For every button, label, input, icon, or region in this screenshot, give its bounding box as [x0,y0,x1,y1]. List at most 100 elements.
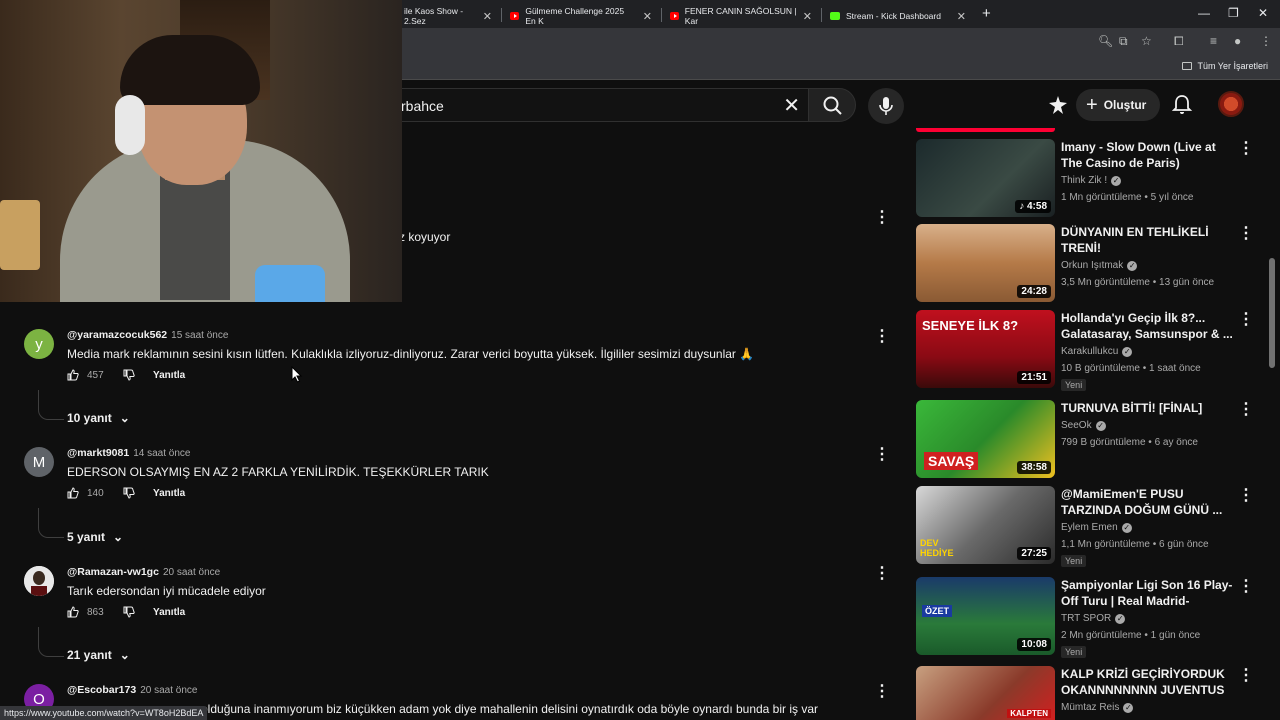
close-icon[interactable]: ✕ [483,10,492,23]
close-icon[interactable]: ✕ [803,10,812,23]
view-count: 2 Mn görüntüleme [1061,630,1142,641]
related-video[interactable]: ÖZET 10:08 Şampiyonlar Ligi Son 16 Play-… [916,577,1256,658]
close-window-icon[interactable]: ✕ [1258,6,1268,20]
like-icon[interactable] [67,369,79,381]
more-options-icon[interactable]: ⋮ [1238,312,1254,328]
related-video[interactable]: 24:28 DÜNYANIN EN TEHLİKELİ TRENİ! Orkun… [916,224,1256,302]
avatar[interactable]: M [24,447,54,477]
avatar-letter: O [33,690,45,708]
video-title[interactable]: @MamiEmen'E PUSU TARZINDA DOĞUM GÜNÜ ... [1061,486,1233,518]
video-title[interactable]: Şampiyonlar Ligi Son 16 Play-Off Turu | … [1061,577,1233,609]
comment-time[interactable]: 14 saat önce [133,448,190,459]
sparkle-icon[interactable] [1048,95,1068,115]
dislike-icon[interactable] [123,606,135,618]
video-title[interactable]: DÜNYANIN EN TEHLİKELİ TRENİ! [1061,224,1233,256]
show-replies-button[interactable]: 21 yanıt ⌄ [67,648,130,662]
verified-icon: ✓ [1121,522,1132,533]
notifications-bell-icon[interactable] [1170,93,1194,117]
account-avatar[interactable] [1218,91,1244,117]
youtube-favicon-icon [670,12,679,20]
profile-icon[interactable]: ● [1234,34,1241,48]
more-options-icon[interactable]: ⋮ [1238,141,1254,157]
comment-author[interactable]: @Escobar173 20 saat önce [67,684,197,696]
comment-author[interactable]: @markt9081 14 saat önce [67,447,190,459]
more-options-icon[interactable]: ⋮ [1238,226,1254,242]
zoom-icon[interactable]: 🔍︎ [1098,34,1113,48]
cast-icon[interactable]: ⧉ [1119,34,1128,49]
channel-name[interactable]: Mümtaz Reis ✓ [1061,702,1134,713]
clear-search-icon[interactable]: ✕ [783,93,800,118]
channel-name[interactable]: Karakullukcu ✓ [1061,346,1133,357]
browser-tab[interactable]: Gülmeme Challenge 2025 En K ✕ [502,4,660,28]
video-thumbnail[interactable]: SENEYE İLK 8? 21:51 [916,310,1055,388]
like-icon[interactable] [67,606,79,618]
more-options-icon[interactable]: ⋮ [1238,668,1254,684]
dislike-icon[interactable] [123,487,135,499]
more-options-icon[interactable]: ⋮ [874,684,890,700]
search-input[interactable]: rbahce ✕ [380,88,810,122]
avatar[interactable]: y [24,329,54,359]
reply-button[interactable]: Yanıtla [153,607,185,618]
create-button[interactable]: + Oluştur [1076,89,1161,121]
extensions-icon[interactable]: ⧠ [1174,34,1184,49]
more-options-icon[interactable]: ⋮ [874,329,890,345]
more-options-icon[interactable]: ⋮ [1238,579,1254,595]
video-title[interactable]: TURNUVA BİTTİ! [FİNAL] [1061,400,1233,416]
related-video[interactable]: DEV HEDİYE 27:25 @MamiEmen'E PUSU TARZIN… [916,486,1256,567]
related-video[interactable]: SENEYE İLK 8? 21:51 Hollanda'yı Geçip İl… [916,310,1256,391]
video-thumbnail[interactable]: DEV HEDİYE 27:25 [916,486,1055,564]
watch-progress-bar [916,128,1055,132]
video-thumbnail[interactable]: ÖZET 10:08 [916,577,1055,655]
channel-name[interactable]: Orkun Işıtmak ✓ [1061,260,1138,271]
video-title[interactable]: Hollanda'yı Geçip İlk 8?... Galatasaray,… [1061,310,1233,342]
voice-search-button[interactable] [868,88,904,124]
video-title[interactable]: Imany - Slow Down (Live at The Casino de… [1061,139,1233,171]
page-scrollbar[interactable] [1269,258,1275,368]
media-icon[interactable]: ≡ [1210,34,1217,48]
star-icon[interactable]: ☆ [1141,34,1152,48]
channel-name[interactable]: TRT SPOR ✓ [1061,613,1126,624]
reply-button[interactable]: Yanıtla [153,370,185,381]
comment-author[interactable]: @Ramazan-vw1gc 20 saat önce [67,566,220,578]
video-thumbnail[interactable]: KALPTEN [916,666,1055,720]
more-options-icon[interactable]: ⋮ [874,447,890,463]
search-button[interactable] [808,88,856,122]
verified-icon: ✓ [1115,613,1126,624]
like-icon[interactable] [67,487,79,499]
all-bookmarks[interactable]: Tüm Yer İşaretleri [1182,61,1268,71]
new-tab-icon[interactable]: + [982,5,991,22]
channel-name[interactable]: Think Zik ! ✓ [1061,175,1122,186]
comment-time[interactable]: 20 saat önce [163,567,220,578]
avatar[interactable] [24,566,54,596]
minimize-icon[interactable]: — [1198,6,1210,20]
more-options-icon[interactable]: ⋮ [874,210,890,226]
browser-tab[interactable]: ile Kaos Show - 2.Sez ✕ [396,4,500,28]
show-replies-button[interactable]: 5 yanıt ⌄ [67,530,123,544]
restore-icon[interactable]: ❐ [1228,6,1239,20]
related-video[interactable]: SAVAŞ 38:58 TURNUVA BİTTİ! [FİNAL] SeeOk… [916,400,1256,478]
upload-age: 1 saat önce [1149,363,1201,374]
comment-author[interactable]: @yaramazcocuk562 15 saat önce [67,329,228,341]
video-thumbnail[interactable]: SAVAŞ 38:58 [916,400,1055,478]
chevron-down-icon: ⌄ [119,411,130,425]
related-video[interactable]: KALPTEN KALP KRİZİ GEÇİRİYORDUK OKANNNNN… [916,666,1256,720]
comment-time[interactable]: 15 saat önce [171,330,228,341]
menu-icon[interactable]: ⋮ [1260,34,1272,48]
more-options-icon[interactable]: ⋮ [1238,488,1254,504]
browser-tab[interactable]: Stream - Kick Dashboard ✕ [822,4,974,28]
video-thumbnail[interactable]: 24:28 [916,224,1055,302]
channel-name[interactable]: Eylem Emen ✓ [1061,522,1132,533]
close-icon[interactable]: ✕ [643,10,652,23]
more-options-icon[interactable]: ⋮ [874,566,890,582]
comment-time[interactable]: 20 saat önce [140,685,197,696]
related-video[interactable]: ♪ 4:58 Imany - Slow Down (Live at The Ca… [916,139,1256,217]
dislike-icon[interactable] [123,369,135,381]
video-thumbnail[interactable]: ♪ 4:58 [916,139,1055,217]
video-title[interactable]: KALP KRİZİ GEÇİRİYORDUK OKANNNNNNNN JUVE… [1061,666,1233,698]
close-icon[interactable]: ✕ [957,10,966,23]
more-options-icon[interactable]: ⋮ [1238,402,1254,418]
channel-name[interactable]: SeeOk ✓ [1061,420,1106,431]
reply-button[interactable]: Yanıtla [153,488,185,499]
browser-tab[interactable]: FENER CANIN SAĞOLSUN | Kar ✕ [662,4,820,28]
show-replies-button[interactable]: 10 yanıt ⌄ [67,411,130,425]
